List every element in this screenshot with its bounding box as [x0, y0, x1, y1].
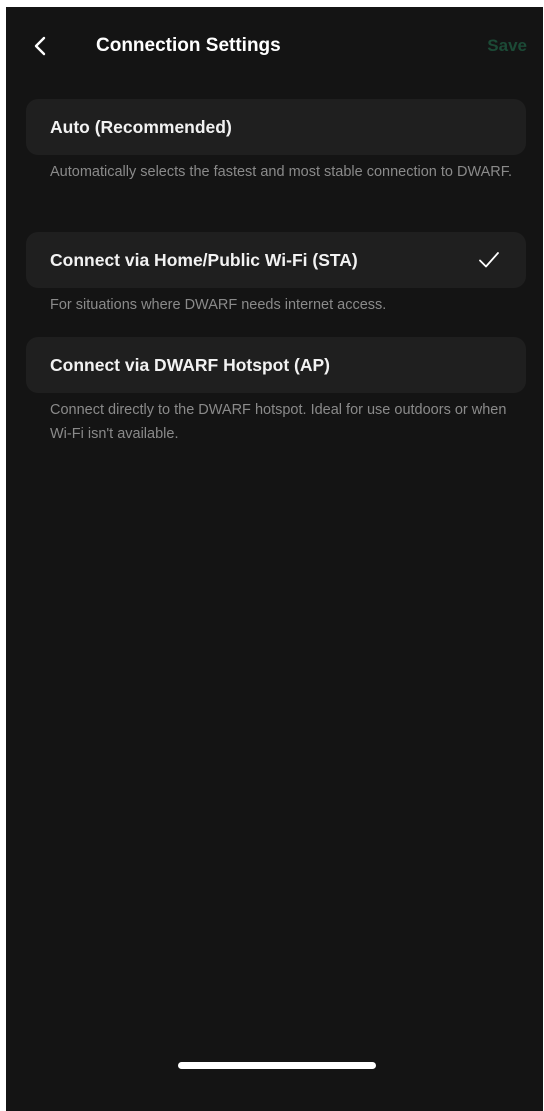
header-bar: Connection Settings Save — [6, 7, 543, 87]
option-label: Connect via Home/Public Wi-Fi (STA) — [50, 250, 358, 270]
option-label: Auto (Recommended) — [50, 117, 232, 137]
connection-settings-screen: Connection Settings Save Auto (Recommend… — [6, 7, 543, 1111]
option-label: Connect via DWARF Hotspot (AP) — [50, 355, 330, 375]
save-button[interactable]: Save — [487, 35, 527, 57]
page-title: Connection Settings — [96, 35, 281, 56]
option-wifi-sta[interactable]: Connect via Home/Public Wi-Fi (STA) — [26, 232, 526, 288]
option-dwarf-hotspot-ap[interactable]: Connect via DWARF Hotspot (AP) — [26, 337, 526, 393]
back-button[interactable] — [28, 33, 54, 59]
chevron-left-icon — [34, 36, 46, 56]
option-auto[interactable]: Auto (Recommended) — [26, 99, 526, 155]
option-description: For situations where DWARF needs interne… — [50, 297, 387, 313]
option-description: Connect directly to the DWARF hotspot. I… — [50, 402, 507, 442]
home-indicator — [178, 1062, 376, 1069]
option-description: Automatically selects the fastest and mo… — [50, 164, 513, 180]
checkmark-icon — [478, 249, 500, 271]
